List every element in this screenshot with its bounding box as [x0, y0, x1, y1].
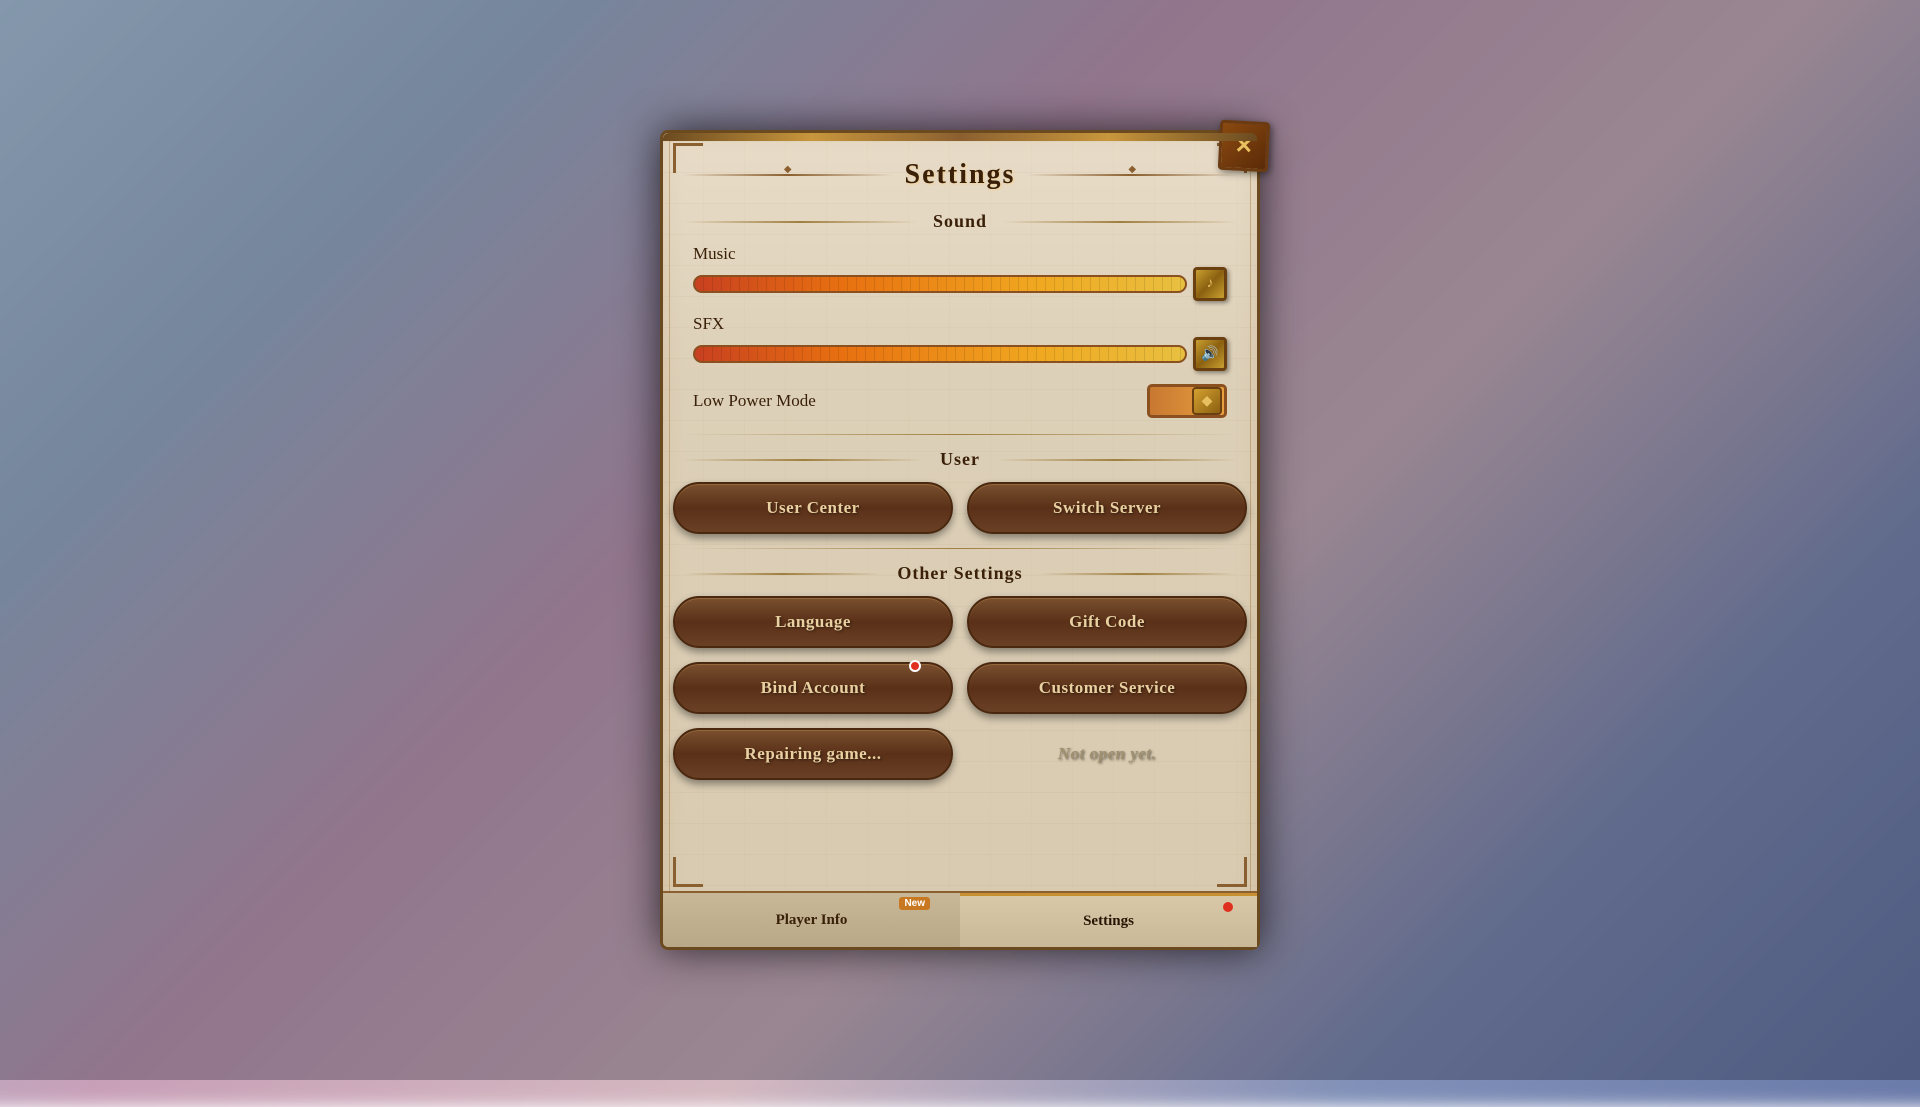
settings-content: Music ♪ SFX 🔊 [663, 244, 1257, 418]
other-line-right [1039, 573, 1237, 575]
sfx-slider-container: 🔊 [693, 340, 1227, 368]
title-deco-right [1027, 174, 1237, 176]
not-open-button: Not open yet. [967, 728, 1247, 780]
other-line-left [683, 573, 881, 575]
toggle-icon: ◆ [1202, 393, 1213, 410]
bind-account-button[interactable]: Bind Account [673, 662, 953, 714]
language-button[interactable]: Language [673, 596, 953, 648]
music-slider-container: ♪ [693, 270, 1227, 298]
music-track-pattern [695, 277, 1185, 291]
sfx-slider-thumb[interactable]: 🔊 [1193, 337, 1227, 371]
sfx-setting: SFX 🔊 [693, 314, 1227, 368]
low-power-toggle[interactable]: ◆ [1147, 384, 1227, 418]
user-center-button[interactable]: User Center [673, 482, 953, 534]
other-button-grid: Language Gift Code Bind Account Customer… [663, 596, 1257, 780]
user-section-header: User [683, 449, 1237, 470]
switch-server-button[interactable]: Switch Server [967, 482, 1247, 534]
corner-deco-bl [673, 857, 703, 887]
section-line-right [1003, 221, 1237, 223]
dialog-title: Settings [905, 159, 1016, 191]
tab-player-info[interactable]: Player Info New [663, 893, 960, 947]
tab-bar: Player Info New Settings [663, 891, 1257, 947]
settings-tab-dot [1223, 902, 1233, 912]
sfx-icon: 🔊 [1201, 346, 1218, 363]
sfx-label: SFX [693, 314, 1227, 334]
section-line-left [683, 221, 917, 223]
repairing-game-button[interactable]: Repairing game... [673, 728, 953, 780]
divider-1 [683, 434, 1237, 435]
other-section-label: Other Settings [889, 563, 1030, 584]
music-slider-thumb[interactable]: ♪ [1193, 267, 1227, 301]
corner-deco-br [1217, 857, 1247, 887]
music-label: Music [693, 244, 1227, 264]
customer-service-button[interactable]: Customer Service [967, 662, 1247, 714]
user-line-right [996, 459, 1237, 461]
tab-settings-label: Settings [1083, 913, 1134, 930]
tab-player-info-label: Player Info [776, 912, 848, 929]
tab-settings[interactable]: Settings [960, 893, 1257, 947]
music-setting: Music ♪ [693, 244, 1227, 298]
user-section-label: User [932, 449, 988, 470]
sound-section-header: Sound [683, 211, 1237, 232]
other-section-header: Other Settings [683, 563, 1237, 584]
settings-dialog: ✕ Settings Sound Music [660, 130, 1260, 950]
sfx-track-pattern [695, 347, 1185, 361]
dialog-header: Settings [663, 133, 1257, 203]
gift-code-button[interactable]: Gift Code [967, 596, 1247, 648]
sfx-slider-track[interactable] [693, 345, 1187, 363]
music-slider-track[interactable] [693, 275, 1187, 293]
user-line-left [683, 459, 924, 461]
user-button-grid: User Center Switch Server [663, 482, 1257, 534]
bind-account-label: Bind Account [761, 678, 866, 697]
bind-account-dot [909, 660, 921, 672]
sound-section-label: Sound [925, 211, 995, 232]
low-power-label: Low Power Mode [693, 391, 816, 411]
toggle-knob: ◆ [1192, 387, 1222, 415]
title-deco-left [683, 174, 893, 176]
divider-2 [683, 548, 1237, 549]
music-icon: ♪ [1207, 276, 1214, 292]
low-power-row: Low Power Mode ◆ [693, 384, 1227, 418]
new-badge: New [899, 897, 930, 910]
